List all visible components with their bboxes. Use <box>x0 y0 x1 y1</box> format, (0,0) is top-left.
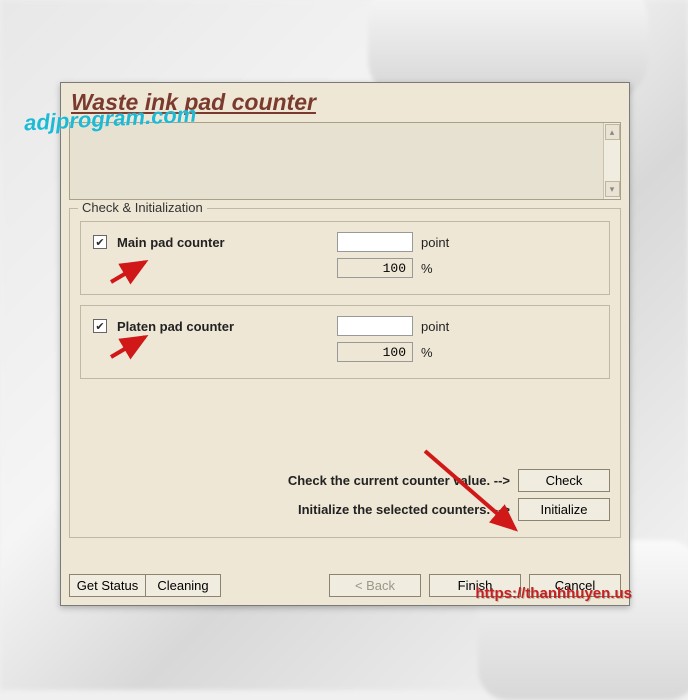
scroll-down-icon[interactable]: ▾ <box>605 181 620 197</box>
action-area: Check the current counter value. --> Che… <box>80 469 610 521</box>
check-hint-text: Check the current counter value. --> <box>288 473 510 488</box>
main-point-input[interactable] <box>337 232 413 252</box>
check-button[interactable]: Check <box>518 469 610 492</box>
main-pct-readout: 100 <box>337 258 413 278</box>
scroll-up-icon[interactable]: ▴ <box>605 124 620 140</box>
get-status-button[interactable]: Get Status <box>69 574 145 597</box>
platen-pct-readout: 100 <box>337 342 413 362</box>
back-button: < Back <box>329 574 421 597</box>
unit-point: point <box>421 235 449 250</box>
initialize-hint-text: Initialize the selected counters. --> <box>298 502 510 517</box>
platen-point-input[interactable] <box>337 316 413 336</box>
check-init-fieldset: Check & Initialization ✔ Main pad counte… <box>69 208 621 538</box>
platen-pad-group: ✔ Platen pad counter point 100 % <box>80 305 610 379</box>
log-textarea[interactable]: ▴ ▾ <box>69 122 621 200</box>
scrollbar[interactable]: ▴ ▾ <box>603 123 620 199</box>
unit-point: point <box>421 319 449 334</box>
unit-pct: % <box>421 261 433 276</box>
initialize-button[interactable]: Initialize <box>518 498 610 521</box>
unit-pct: % <box>421 345 433 360</box>
dialog-panel: Waste ink pad counter ▴ ▾ Check & Initia… <box>60 82 630 606</box>
platen-pad-label: Platen pad counter <box>117 319 317 334</box>
watermark-url: https://thanhhuyen.us <box>475 585 632 602</box>
main-pad-label: Main pad counter <box>117 235 317 250</box>
platen-pad-checkbox[interactable]: ✔ <box>93 319 107 333</box>
cleaning-button[interactable]: Cleaning <box>145 574 221 597</box>
main-pad-checkbox[interactable]: ✔ <box>93 235 107 249</box>
fieldset-legend: Check & Initialization <box>78 200 207 215</box>
main-pad-group: ✔ Main pad counter point 100 % <box>80 221 610 295</box>
